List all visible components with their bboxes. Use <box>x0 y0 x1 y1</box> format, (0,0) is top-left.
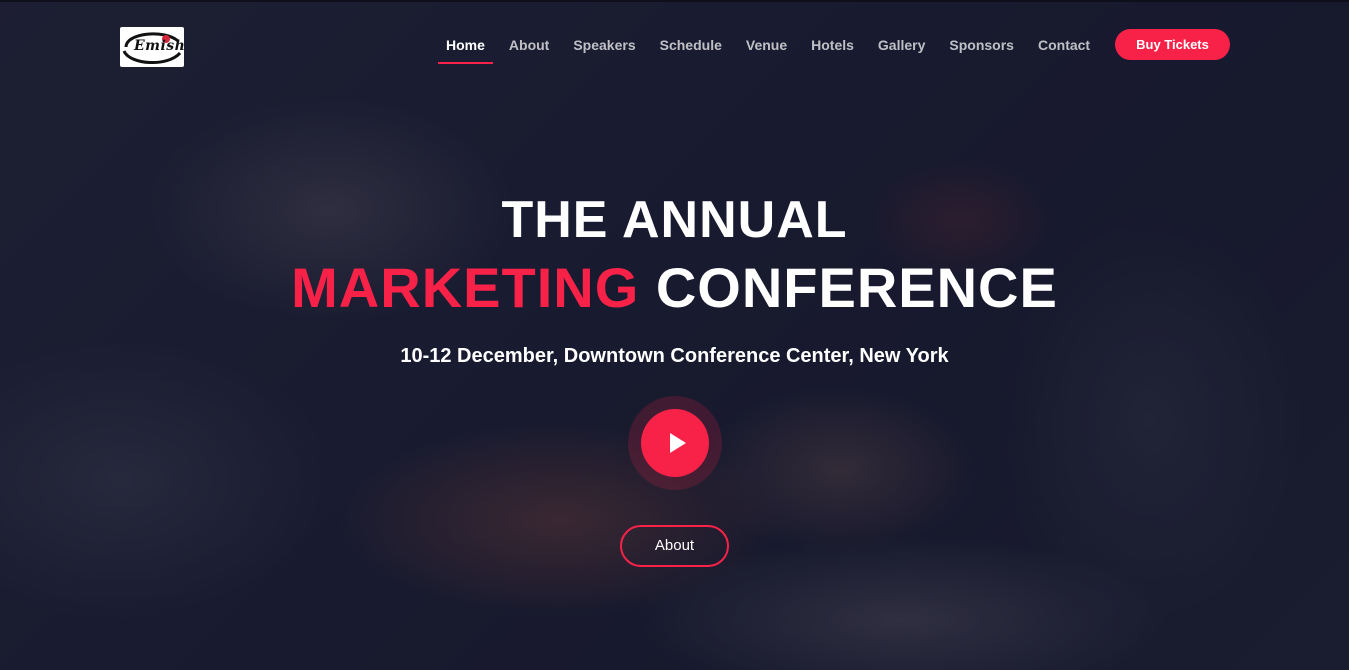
hero-background <box>0 0 1349 670</box>
nav-hotels[interactable]: Hotels <box>811 28 854 62</box>
headline-line-2-rest: CONFERENCE <box>655 256 1058 319</box>
nav-home[interactable]: Home <box>438 28 493 64</box>
buy-tickets-button[interactable]: Buy Tickets <box>1115 29 1230 60</box>
nav-gallery[interactable]: Gallery <box>878 28 925 62</box>
headline-line-1: THE ANNUAL <box>0 190 1349 250</box>
headline-line-2: MARKETING CONFERENCE <box>0 256 1349 320</box>
site-logo[interactable]: Emishi <box>120 27 184 67</box>
nav-contact[interactable]: Contact <box>1038 28 1090 62</box>
headline-line-1-text: THE ANNUAL <box>501 191 848 249</box>
nav-sponsors[interactable]: Sponsors <box>949 28 1014 62</box>
top-border <box>0 0 1349 2</box>
about-button[interactable]: About <box>620 525 729 567</box>
main-nav: Home About Speakers Schedule Venue Hotel… <box>438 28 1090 64</box>
nav-speakers[interactable]: Speakers <box>573 28 635 62</box>
hero-overlay <box>0 0 1349 670</box>
play-video-button[interactable] <box>641 409 709 477</box>
play-icon <box>669 433 686 453</box>
event-date-location: 10-12 December, Downtown Conference Cent… <box>400 345 949 367</box>
nav-schedule[interactable]: Schedule <box>660 28 722 62</box>
nav-venue[interactable]: Venue <box>746 28 787 62</box>
logo-text: Emishi <box>134 38 184 54</box>
nav-about[interactable]: About <box>509 28 549 62</box>
headline-accent-word: MARKETING <box>291 256 640 319</box>
